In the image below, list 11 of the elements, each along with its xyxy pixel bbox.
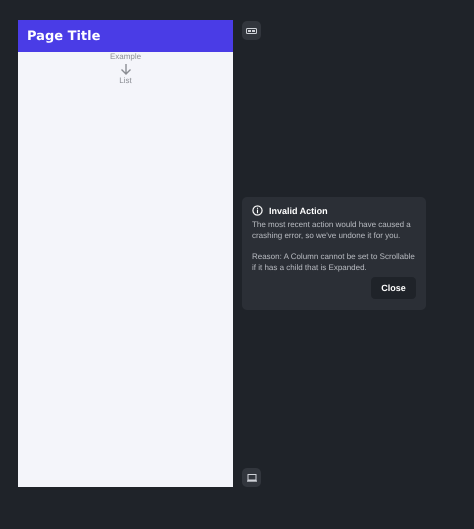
arrow-down-icon [120,63,132,75]
dialog-message: The most recent action would have caused a crashing error, so we've undone it for you. [252,219,412,241]
list-text: List [119,76,132,86]
info-icon [252,205,263,216]
page-title: Page Title [27,28,100,44]
dialog-reason: Reason: A Column cannot be set to Scrollable if it has a child that is Expanded. [252,251,416,273]
list-text: Example [110,52,142,62]
close-button[interactable]: Close [371,277,416,299]
laptop-icon[interactable] [242,468,261,487]
toggle-icon[interactable] [242,21,261,40]
dialog-title: Invalid Action [269,206,328,216]
